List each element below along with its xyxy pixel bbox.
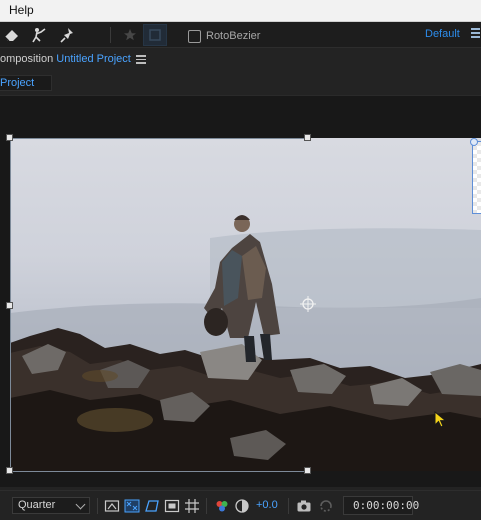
show-snapshot-icon[interactable] <box>318 498 334 514</box>
resolution-select[interactable]: Quarter <box>12 497 90 514</box>
workspace-default[interactable]: Default <box>425 28 460 40</box>
footage-frame <box>10 138 481 471</box>
tools-toolbar: RotoBezier Default <box>0 22 481 48</box>
footer-divider <box>288 498 289 514</box>
exposure-value[interactable]: +0.0 <box>256 499 278 511</box>
anchor-point-icon[interactable] <box>300 296 316 312</box>
menu-bar: Help <box>0 0 481 22</box>
menu-help[interactable]: Help <box>9 3 34 17</box>
rotobezier-label: RotoBezier <box>206 30 261 42</box>
composition-panel-title[interactable]: omposition Untitled Project <box>0 53 131 65</box>
subtab-label: Project <box>0 77 35 89</box>
puppet-pin-tool-icon[interactable] <box>56 24 80 46</box>
current-time-display[interactable]: 0:00:00:00 <box>343 496 419 515</box>
transform-handle-bottom-middle[interactable] <box>304 467 311 474</box>
rotobezier-checkbox[interactable] <box>188 29 201 43</box>
rotobezier-option[interactable]: RotoBezier <box>188 28 260 44</box>
chevron-down-icon <box>75 499 86 510</box>
footer-divider <box>97 498 98 514</box>
mask-path-visibility-icon[interactable] <box>144 498 160 514</box>
transform-handle-top-left[interactable] <box>6 134 13 141</box>
panel-title-prefix: omposition <box>0 53 54 65</box>
snapshot-camera-icon[interactable] <box>296 498 312 514</box>
selected-layer-bounds[interactable] <box>472 141 481 214</box>
reset-exposure-icon[interactable] <box>234 498 250 514</box>
panel-project-name: Untitled Project <box>56 53 131 65</box>
panel-menu-icon[interactable] <box>136 55 146 65</box>
box-icon[interactable] <box>143 24 167 46</box>
timecode-value: 0:00:00:00 <box>353 499 420 512</box>
footage-scene <box>10 215 481 471</box>
roto-brush-tool-icon[interactable] <box>28 24 52 46</box>
workspace-menu-icon[interactable] <box>470 26 481 40</box>
transform-handle-bottom-left[interactable] <box>6 467 13 474</box>
resolution-value: Quarter <box>18 499 56 511</box>
star-icon[interactable] <box>118 24 142 46</box>
mouse-cursor-icon <box>434 411 447 428</box>
layer-bounds-bottom <box>10 471 308 472</box>
layer-bounds-top <box>10 138 308 139</box>
transparency-grid-icon[interactable] <box>124 498 140 514</box>
eraser-tool-icon[interactable] <box>0 24 24 46</box>
composition-viewer[interactable] <box>0 95 481 487</box>
viewer-footer: Quarter +0.0 0:00:00:00 <box>0 490 481 520</box>
channel-color-icon[interactable] <box>214 498 230 514</box>
transform-handle-middle-left[interactable] <box>6 302 13 309</box>
selected-layer-handle[interactable] <box>470 138 478 146</box>
footer-divider <box>206 498 207 514</box>
fast-previews-icon[interactable] <box>104 498 120 514</box>
toolbar-divider <box>110 27 111 43</box>
transform-handle-top-middle[interactable] <box>304 134 311 141</box>
composition-panel-header: omposition Untitled Project <box>0 48 481 72</box>
composition-subtab[interactable]: Project <box>0 75 52 91</box>
region-of-interest-icon[interactable] <box>164 498 180 514</box>
grid-guides-icon[interactable] <box>184 498 200 514</box>
